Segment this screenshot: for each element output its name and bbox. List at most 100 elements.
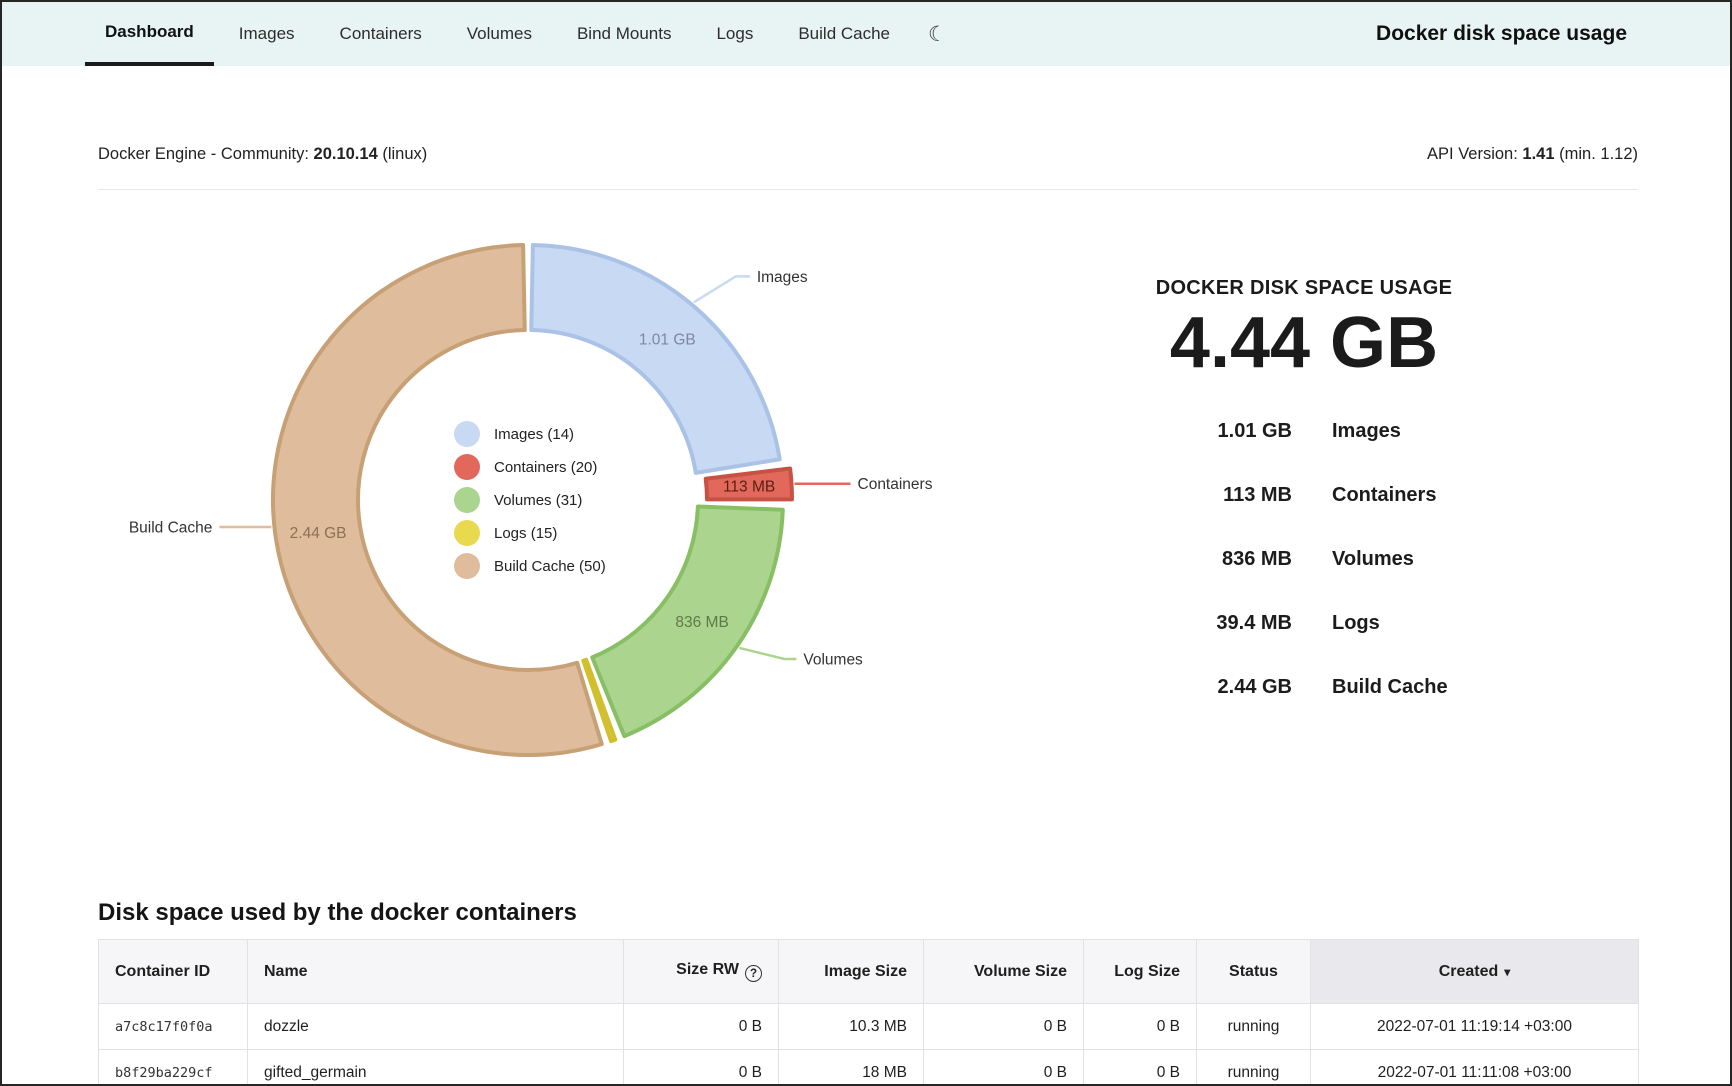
cell-size-rw: 0 B [624,1050,779,1085]
summary-label: Volumes [1332,548,1414,571]
cell-log-size: 0 B [1084,1004,1197,1050]
summary-label: Build Cache [1332,676,1448,699]
legend-swatch-containers [454,454,480,480]
col-name[interactable]: Name [248,940,624,1004]
tab-build-cache[interactable]: Build Cache [778,2,910,66]
usage-summary: DOCKER DISK SPACE USAGE 4.44 GB 1.01 GB … [1104,276,1504,300]
col-label: Size RW [676,961,739,978]
table-row: a7c8c17f0f0a dozzle 0 B 10.3 MB 0 B 0 B … [99,1004,1639,1050]
summary-label: Images [1332,420,1401,443]
summary-label: Logs [1332,612,1380,635]
cell-log-size: 0 B [1084,1050,1197,1085]
api-version-info: API Version: 1.41 (min. 1.12) [1427,144,1638,164]
summary-size: 113 MB [1104,484,1292,507]
col-label: Log Size [1114,963,1180,980]
col-container-id[interactable]: Container ID [99,940,248,1004]
legend-item-build-cache[interactable]: Build Cache (50) [454,553,606,579]
engine-version-info: Docker Engine - Community: 20.10.14 (lin… [98,144,427,164]
table-row: b8f29ba229cf gifted_germain 0 B 18 MB 0 … [99,1050,1639,1085]
chart-legend: Images (14) Containers (20) Volumes (31)… [454,421,606,579]
legend-swatch-build-cache [454,553,480,579]
tab-images[interactable]: Images [219,2,315,66]
engine-name: Docker Engine - Community: [98,145,309,163]
dark-mode-toggle[interactable]: ☾ [928,2,947,66]
donut-segment-containers[interactable] [706,468,792,499]
main-content: Docker Engine - Community: 20.10.14 (lin… [2,66,1730,1084]
tab-volumes[interactable]: Volumes [447,2,552,66]
cell-container-id: a7c8c17f0f0a [99,1004,248,1050]
legend-item-images[interactable]: Images (14) [454,421,606,447]
col-volume-size[interactable]: Volume Size [924,940,1084,1004]
legend-label: Volumes (31) [494,492,582,509]
cell-status: running [1197,1004,1311,1050]
cell-created: 2022-07-01 11:19:14 +03:00 [1311,1004,1639,1050]
cell-volume-size: 0 B [924,1004,1084,1050]
api-min-version: (min. 1.12) [1559,145,1638,163]
summary-row-build-cache: 2.44 GB Build Cache [1104,675,1504,699]
cell-container-id: b8f29ba229cf [99,1050,248,1085]
section-divider [98,189,1638,190]
api-version: 1.41 [1522,145,1554,163]
cell-created: 2022-07-01 11:11:08 +03:00 [1311,1050,1639,1085]
summary-rows: 1.01 GB Images 113 MB Containers 836 MB … [1104,419,1504,739]
cell-name: gifted_germain [248,1050,624,1085]
summary-size: 39.4 MB [1104,612,1292,635]
legend-item-logs[interactable]: Logs (15) [454,520,606,546]
legend-item-containers[interactable]: Containers (20) [454,454,606,480]
api-label: API Version: [1427,145,1518,163]
col-image-size[interactable]: Image Size [779,940,924,1004]
engine-platform: (linux) [382,145,427,163]
cell-name: dozzle [248,1004,624,1050]
donut-callout-line-images [694,276,750,302]
donut-callout-label-images: Images [757,269,808,286]
sort-desc-icon: ▾ [1504,965,1510,979]
engine-info-row: Docker Engine - Community: 20.10.14 (lin… [98,144,1638,164]
summary-row-containers: 113 MB Containers [1104,483,1504,507]
cell-volume-size: 0 B [924,1050,1084,1085]
legend-swatch-images [454,421,480,447]
legend-label: Containers (20) [494,459,597,476]
donut-callout-label-containers: Containers [858,476,933,493]
donut-callout-label-volumes: Volumes [803,651,863,668]
donut-callout-label-build-cache: Build Cache [129,519,213,536]
engine-version: 20.10.14 [314,145,378,163]
tab-containers[interactable]: Containers [320,2,442,66]
summary-size: 836 MB [1104,548,1292,571]
cell-size-rw: 0 B [624,1004,779,1050]
summary-size: 1.01 GB [1104,420,1292,443]
col-label: Image Size [824,963,907,980]
donut-callout-line-volumes [739,648,796,659]
summary-total: 4.44 GB [1104,303,1504,383]
summary-row-images: 1.01 GB Images [1104,419,1504,443]
moon-icon: ☾ [928,22,947,47]
summary-label: Containers [1332,484,1436,507]
tab-dashboard[interactable]: Dashboard [85,2,214,66]
summary-row-volumes: 836 MB Volumes [1104,547,1504,571]
col-created[interactable]: Created ▾ [1311,940,1639,1004]
legend-label: Build Cache (50) [494,558,606,575]
col-status[interactable]: Status [1197,940,1311,1004]
docker-disk-usage-app: { "nav": { "tabs": [ { "label": "Dashboa… [0,0,1732,1086]
col-label: Status [1229,963,1278,980]
cell-status: running [1197,1050,1311,1085]
summary-row-logs: 39.4 MB Logs [1104,611,1504,635]
col-log-size[interactable]: Log Size [1084,940,1197,1004]
containers-table: Container ID Name Size RW? Image Size Vo… [98,939,1639,1084]
tab-bind-mounts[interactable]: Bind Mounts [557,2,692,66]
app-title: Docker disk space usage [1376,2,1627,66]
col-size-rw[interactable]: Size RW? [624,940,779,1004]
summary-size: 2.44 GB [1104,676,1292,699]
nav-bar: Dashboard Images Containers Volumes Bind… [2,2,1730,66]
legend-item-volumes[interactable]: Volumes (31) [454,487,606,513]
help-icon[interactable]: ? [745,965,762,982]
legend-swatch-volumes [454,487,480,513]
legend-swatch-logs [454,520,480,546]
containers-table-heading: Disk space used by the docker containers [98,898,577,927]
donut-segment-volumes[interactable] [592,506,783,736]
summary-title: DOCKER DISK SPACE USAGE [1104,276,1504,300]
table-header-row: Container ID Name Size RW? Image Size Vo… [99,940,1639,1004]
cell-image-size: 18 MB [779,1050,924,1085]
legend-label: Logs (15) [494,525,557,542]
col-label: Created [1439,963,1499,980]
tab-logs[interactable]: Logs [696,2,773,66]
